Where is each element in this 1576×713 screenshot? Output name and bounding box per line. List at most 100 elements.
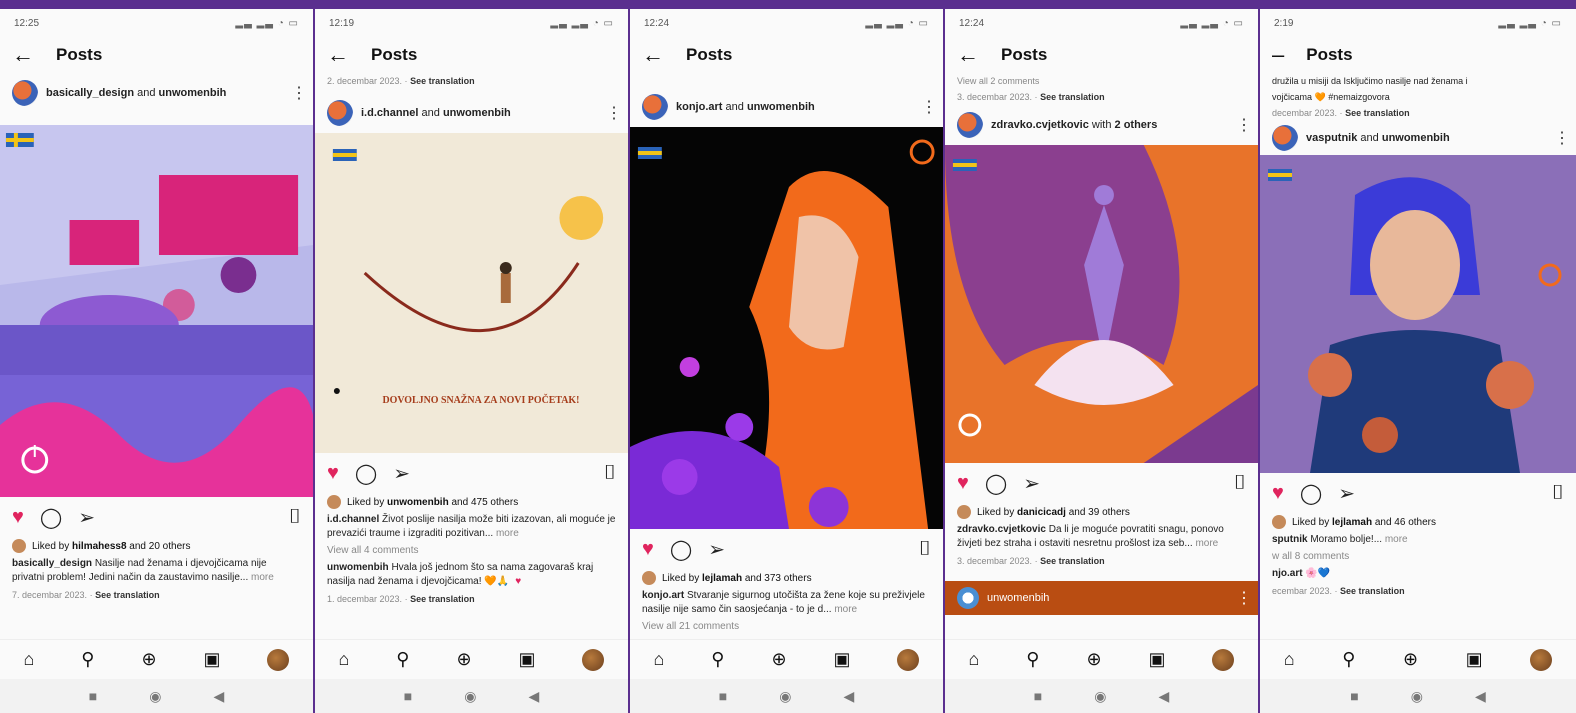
back-button[interactable]: ◀ <box>1475 688 1486 705</box>
back-button[interactable]: ◀ <box>1158 688 1169 705</box>
back-button[interactable]: ◀ <box>528 688 539 705</box>
reels-icon[interactable]: ▣ <box>833 649 850 670</box>
add-icon[interactable]: ⊕ <box>771 649 786 670</box>
heart-icon[interactable]: ♥ <box>642 538 654 561</box>
post-image[interactable] <box>1260 155 1576 473</box>
post-author[interactable]: konjo.art and unwomenbih <box>676 101 913 113</box>
back-arrow-icon[interactable]: ← <box>642 44 664 66</box>
add-icon[interactable]: ⊕ <box>456 649 471 670</box>
profile-avatar[interactable] <box>582 648 605 671</box>
heart-icon[interactable]: ♥ <box>12 506 24 529</box>
likes-text[interactable]: Liked by hilmahess8 and 20 others <box>32 541 190 552</box>
home-icon[interactable]: ⌂ <box>968 649 979 670</box>
post-author[interactable]: unwomenbih <box>987 592 1049 604</box>
add-icon[interactable]: ⊕ <box>1403 649 1418 670</box>
home-icon[interactable]: ⌂ <box>1284 649 1295 670</box>
avatar[interactable] <box>642 94 668 120</box>
more-link[interactable]: more <box>1195 538 1218 549</box>
recents-button[interactable]: ■ <box>1350 688 1358 704</box>
search-icon[interactable]: ⚲ <box>81 649 94 670</box>
search-icon[interactable]: ⚲ <box>1026 649 1039 670</box>
bookmark-icon[interactable]: ⌷ <box>919 538 931 561</box>
home-button[interactable]: ◉ <box>1094 688 1106 705</box>
avatar[interactable] <box>957 587 979 609</box>
kebab-icon[interactable]: ⋮ <box>606 103 622 123</box>
comment-icon[interactable]: ◯ <box>670 537 692 562</box>
post-author[interactable]: i.d.channel and unwomenbih <box>361 107 598 119</box>
profile-avatar[interactable] <box>1530 648 1553 671</box>
add-icon[interactable]: ⊕ <box>141 649 156 670</box>
avatar[interactable] <box>957 112 983 138</box>
heart-icon[interactable]: ♥ <box>327 462 339 485</box>
comment-icon[interactable]: ◯ <box>40 505 62 530</box>
kebab-icon[interactable]: ⋮ <box>291 83 307 103</box>
comment-icon[interactable]: ◯ <box>355 461 377 486</box>
home-button[interactable]: ◉ <box>149 688 161 705</box>
search-icon[interactable]: ⚲ <box>396 649 409 670</box>
avatar[interactable] <box>1272 125 1298 151</box>
see-translation-link[interactable]: See translation <box>410 76 475 86</box>
reels-icon[interactable]: ▣ <box>518 649 535 670</box>
back-arrow-icon[interactable]: – <box>1272 44 1284 66</box>
reels-icon[interactable]: ▣ <box>1148 649 1165 670</box>
bookmark-icon[interactable]: ⌷ <box>1234 472 1246 495</box>
add-icon[interactable]: ⊕ <box>1086 649 1101 670</box>
avatar[interactable] <box>327 100 353 126</box>
post-image[interactable]: DOVOLJNO SNAŽNA ZA NOVI POČETAK! <box>315 133 628 453</box>
heart-icon[interactable]: ♥ <box>509 576 521 587</box>
recents-button[interactable]: ■ <box>89 688 97 704</box>
likes-text[interactable]: Liked by lejlamah and 46 others <box>1292 517 1436 528</box>
heart-icon[interactable]: ♥ <box>957 472 969 495</box>
post-author[interactable]: vasputnik and unwomenbih <box>1306 132 1546 144</box>
see-translation-link[interactable]: See translation <box>1040 92 1105 102</box>
search-icon[interactable]: ⚲ <box>1342 649 1355 670</box>
bookmark-icon[interactable]: ⌷ <box>289 506 301 529</box>
profile-avatar[interactable] <box>267 648 290 671</box>
home-button[interactable]: ◉ <box>464 688 476 705</box>
post-image[interactable] <box>945 145 1258 463</box>
back-arrow-icon[interactable]: ← <box>327 44 349 66</box>
comment-icon[interactable]: ◯ <box>985 471 1007 496</box>
next-post-header[interactable]: unwomenbih ⋮ <box>945 581 1258 615</box>
profile-avatar[interactable] <box>897 648 920 671</box>
likes-text[interactable]: Liked by danicicadj and 39 others <box>977 507 1130 518</box>
kebab-icon[interactable]: ⋮ <box>1236 588 1252 608</box>
see-translation-link[interactable]: See translation <box>1340 586 1405 596</box>
share-icon[interactable]: ➢ <box>78 505 95 530</box>
view-comments-link[interactable]: w all 8 comments <box>1260 549 1576 565</box>
post-author[interactable]: zdravko.cvjetkovic with 2 others <box>991 119 1228 131</box>
more-link[interactable]: more <box>496 528 519 539</box>
view-comments-link[interactable]: View all 4 comments <box>315 543 628 559</box>
post-image[interactable] <box>630 127 943 529</box>
more-link[interactable]: more <box>251 572 274 583</box>
recents-button[interactable]: ■ <box>719 688 727 704</box>
search-icon[interactable]: ⚲ <box>711 649 724 670</box>
view-comments-link[interactable]: View all 21 comments <box>630 619 943 635</box>
post-image[interactable] <box>0 125 313 497</box>
reels-icon[interactable]: ▣ <box>1466 649 1483 670</box>
profile-avatar[interactable] <box>1212 648 1235 671</box>
recents-button[interactable]: ■ <box>404 688 412 704</box>
share-icon[interactable]: ➢ <box>393 461 410 486</box>
back-arrow-icon[interactable]: ← <box>12 44 34 66</box>
likes-text[interactable]: Liked by unwomenbih and 475 others <box>347 497 518 508</box>
back-button[interactable]: ◀ <box>843 688 854 705</box>
post-author[interactable]: basically_design and unwomenbih <box>46 87 283 99</box>
heart-icon[interactable]: ♥ <box>1272 482 1284 505</box>
kebab-icon[interactable]: ⋮ <box>1554 128 1570 148</box>
bookmark-icon[interactable]: ⌷ <box>1552 482 1564 505</box>
home-icon[interactable]: ⌂ <box>23 649 34 670</box>
see-translation-link[interactable]: See translation <box>1345 108 1410 118</box>
back-arrow-icon[interactable]: ← <box>957 44 979 66</box>
kebab-icon[interactable]: ⋮ <box>1236 115 1252 135</box>
see-translation-link[interactable]: See translation <box>1040 556 1105 566</box>
back-button[interactable]: ◀ <box>213 688 224 705</box>
see-translation-link[interactable]: See translation <box>95 590 160 600</box>
comment-icon[interactable]: ◯ <box>1300 481 1322 506</box>
home-icon[interactable]: ⌂ <box>338 649 349 670</box>
reels-icon[interactable]: ▣ <box>203 649 220 670</box>
see-translation-link[interactable]: See translation <box>410 594 475 604</box>
home-button[interactable]: ◉ <box>779 688 791 705</box>
share-icon[interactable]: ➢ <box>708 537 725 562</box>
previous-comments-link[interactable]: View all 2 comments <box>945 73 1258 89</box>
